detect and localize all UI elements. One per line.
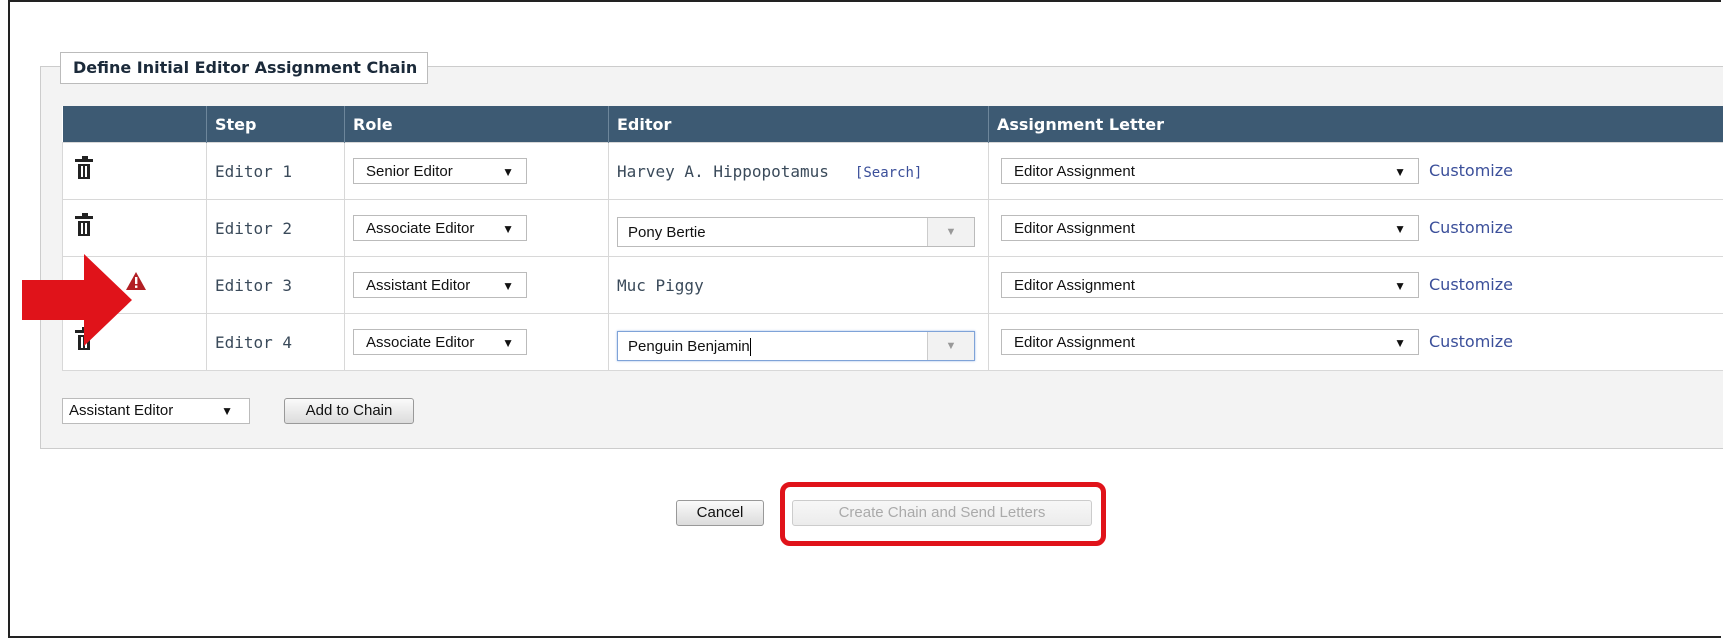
step-cell: Editor 1 <box>206 142 345 200</box>
dropdown-caret-icon: ▼ <box>1394 336 1406 350</box>
dropdown-caret-icon: ▼ <box>221 404 233 418</box>
trash-icon[interactable] <box>75 213 93 236</box>
role-select-value: Senior Editor <box>366 163 453 180</box>
add-role-select[interactable]: Assistant Editor ▼ <box>62 398 250 424</box>
assignment-letter-select[interactable]: Editor Assignment ▼ <box>1001 329 1419 355</box>
letter-select-value: Editor Assignment <box>1014 334 1135 351</box>
assignment-letter-select[interactable]: Editor Assignment ▼ <box>1001 158 1419 184</box>
editor-name: Harvey A. Hippopotamus <box>617 161 829 181</box>
table-row: Editor 3 Assistant Editor ▼ Muc Piggy Edi… <box>62 256 1723 314</box>
dropdown-caret-icon: ▼ <box>1394 279 1406 293</box>
letter-cell: Editor Assignment ▼ Customize <box>988 142 1723 200</box>
role-select[interactable]: Associate Editor ▼ <box>353 329 527 355</box>
role-cell: Associate Editor ▼ <box>344 199 609 257</box>
header-step: Step <box>206 106 345 143</box>
dropdown-caret-icon: ▼ <box>502 222 514 236</box>
add-to-chain-button[interactable]: Add to Chain <box>284 398 414 424</box>
panel-legend: Define Initial Editor Assignment Chain <box>60 52 429 84</box>
annotation-arrow-icon <box>22 254 132 346</box>
customize-link[interactable]: Customize <box>1429 161 1513 180</box>
table-row: Editor 1 Senior Editor ▼ Harvey A. Hippop… <box>62 142 1723 200</box>
combobox-arrow-icon[interactable]: ▼ <box>927 218 974 246</box>
editor-combobox-value: Penguin Benjamin <box>628 338 750 355</box>
editor-cell: Pony Bertie ▼ <box>608 199 989 257</box>
editor-cell: Muc Piggy <box>608 256 989 314</box>
role-cell: Assistant Editor ▼ <box>344 256 609 314</box>
trash-icon[interactable] <box>75 156 93 179</box>
role-select-value: Associate Editor <box>366 220 475 237</box>
letter-cell: Editor Assignment ▼ Customize <box>988 313 1723 371</box>
table-row: Editor 2 Associate Editor ▼ Pony Bertie ▼ … <box>62 199 1723 257</box>
row-icon-cell <box>62 142 207 200</box>
editor-cell: Harvey A. Hippopotamus [Search] <box>608 142 989 200</box>
dropdown-caret-icon: ▼ <box>502 279 514 293</box>
role-select-value: Assistant Editor <box>366 277 471 294</box>
table-row: Editor 4 Associate Editor ▼ Penguin Benja… <box>62 313 1723 371</box>
cancel-button[interactable]: Cancel <box>676 500 764 526</box>
role-cell: Senior Editor ▼ <box>344 142 609 200</box>
table-header-row: Step Role Editor Assignment Letter <box>62 106 1723 143</box>
letter-select-value: Editor Assignment <box>1014 163 1135 180</box>
assignment-chain-table: Step Role Editor Assignment Letter Edito… <box>62 106 1723 371</box>
role-select[interactable]: Associate Editor ▼ <box>353 215 527 241</box>
letter-select-value: Editor Assignment <box>1014 220 1135 237</box>
editor-cell: Penguin Benjamin ▼ <box>608 313 989 371</box>
editor-name: Muc Piggy <box>617 275 704 295</box>
editor-combobox-value: Pony Bertie <box>628 224 706 241</box>
dropdown-caret-icon: ▼ <box>1394 165 1406 179</box>
combobox-arrow-icon[interactable]: ▼ <box>927 332 974 360</box>
assignment-letter-select[interactable]: Editor Assignment ▼ <box>1001 215 1419 241</box>
dropdown-caret-icon: ▼ <box>502 165 514 179</box>
customize-link[interactable]: Customize <box>1429 332 1513 351</box>
row-icon-cell <box>62 199 207 257</box>
header-assignment-letter: Assignment Letter <box>988 106 1723 143</box>
dropdown-caret-icon: ▼ <box>1394 222 1406 236</box>
editor-combobox[interactable]: Penguin Benjamin ▼ <box>617 331 975 361</box>
dropdown-caret-icon: ▼ <box>502 336 514 350</box>
customize-link[interactable]: Customize <box>1429 218 1513 237</box>
role-select-value: Associate Editor <box>366 334 475 351</box>
assignment-letter-select[interactable]: Editor Assignment ▼ <box>1001 272 1419 298</box>
letter-cell: Editor Assignment ▼ Customize <box>988 199 1723 257</box>
header-editor: Editor <box>608 106 989 143</box>
customize-link[interactable]: Customize <box>1429 275 1513 294</box>
step-cell: Editor 2 <box>206 199 345 257</box>
annotation-highlight-box <box>780 482 1106 546</box>
step-cell: Editor 4 <box>206 313 345 371</box>
editor-combobox[interactable]: Pony Bertie ▼ <box>617 217 975 247</box>
header-icon <box>62 106 207 143</box>
search-link[interactable]: [Search] <box>855 165 922 181</box>
header-role: Role <box>344 106 609 143</box>
step-cell: Editor 3 <box>206 256 345 314</box>
role-select[interactable]: Senior Editor ▼ <box>353 158 527 184</box>
letter-select-value: Editor Assignment <box>1014 277 1135 294</box>
role-select[interactable]: Assistant Editor ▼ <box>353 272 527 298</box>
add-role-select-value: Assistant Editor <box>69 402 174 419</box>
text-cursor <box>749 338 751 357</box>
letter-cell: Editor Assignment ▼ Customize <box>988 256 1723 314</box>
role-cell: Associate Editor ▼ <box>344 313 609 371</box>
